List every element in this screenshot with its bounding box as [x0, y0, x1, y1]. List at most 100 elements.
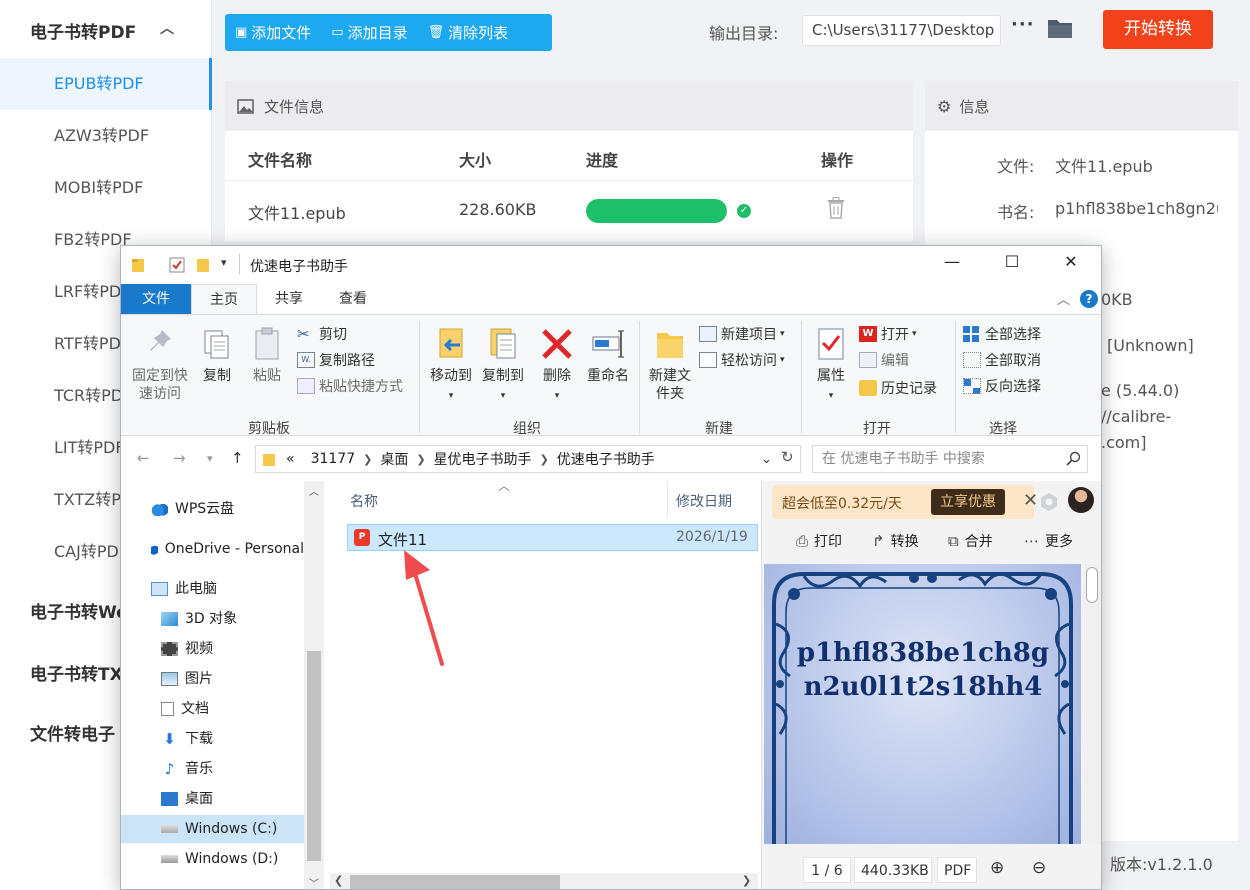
sidebar-group-ebook-to-word[interactable]: 电子书转Wo	[30, 598, 128, 623]
back-arrow-icon[interactable]: ←	[137, 449, 150, 467]
print-button[interactable]: ⎙ 打印	[796, 531, 842, 551]
tab-view[interactable]: 查看	[325, 284, 381, 314]
search-icon[interactable]	[1066, 451, 1081, 466]
tab-home[interactable]: 主页	[191, 284, 257, 314]
cut-button[interactable]: ✂ 剪切	[297, 324, 347, 344]
page-indicator[interactable]: 1 / 6	[803, 857, 851, 883]
rename-button[interactable]: 重命名	[583, 325, 633, 385]
properties-check-icon[interactable]	[169, 257, 185, 273]
preview-scroll-thumb[interactable]	[1086, 567, 1098, 603]
breadcrumb-31177[interactable]: 31177	[311, 451, 356, 467]
paste-shortcut-button[interactable]: 粘贴快捷方式	[297, 376, 403, 396]
sidebar-group-ebook-to-pdf[interactable]: 电子书转PDF ︿	[30, 18, 174, 43]
nav-item-desktop[interactable]: 桌面	[121, 785, 304, 813]
copy-path-button[interactable]: W. 复制路径	[297, 350, 375, 370]
zoom-out-icon[interactable]: ⊖	[1032, 858, 1046, 878]
browse-more-button[interactable]: ···	[1011, 14, 1035, 35]
sidebar-group-file-to-ebook[interactable]: 文件转电子	[30, 720, 115, 745]
minimize-button[interactable]: —	[932, 252, 972, 271]
output-dir-input[interactable]: C:\Users\31177\Desktop	[802, 15, 1001, 46]
scroll-right-icon[interactable]: ❯	[742, 874, 751, 887]
invert-selection-button[interactable]: 反向选择	[963, 376, 1041, 396]
nav-item-downloads[interactable]: ⬇ 下载	[121, 725, 304, 753]
avatar[interactable]	[1068, 487, 1094, 513]
close-button[interactable]: ✕	[1051, 252, 1091, 271]
nav-item-videos[interactable]: 视频	[121, 635, 304, 663]
add-file-button[interactable]: ▣ 添加文件	[225, 14, 321, 51]
column-header-name[interactable]: 名称	[350, 491, 378, 511]
nav-item-wps-cloud[interactable]: WPS云盘	[121, 495, 304, 523]
forward-arrow-icon[interactable]: →	[173, 449, 186, 467]
scroll-left-icon[interactable]: ❮	[334, 874, 343, 887]
copy-to-button[interactable]: 复制到 ▾	[477, 325, 529, 405]
explorer-titlebar[interactable]: ▾ 优速电子书助手 — ☐ ✕	[121, 246, 1101, 284]
edit-button[interactable]: 编辑	[859, 350, 909, 370]
pdf-page-preview[interactable]: p1hfl838be1ch8gn2u0l1t2s18hh4	[764, 564, 1081, 844]
copy-button[interactable]: 复制	[195, 325, 239, 385]
add-directory-button[interactable]: ▭ 添加目录	[321, 14, 417, 51]
merge-button[interactable]: ⧉ 合并	[948, 531, 993, 551]
convert-button[interactable]: ↱ 转换	[872, 531, 919, 551]
nav-item-documents[interactable]: 文档	[121, 695, 304, 723]
breadcrumb-xingyou[interactable]: 星优电子书助手	[434, 449, 532, 469]
sidebar-item-azw3-pdf[interactable]: AZW3转PDF	[0, 110, 212, 162]
chevron-up-icon[interactable]: ︿	[1057, 289, 1070, 308]
column-header-date[interactable]: 修改日期	[676, 491, 732, 511]
new-item-button[interactable]: 新建项目 ▾	[699, 324, 785, 344]
up-arrow-icon[interactable]: ↑	[231, 449, 244, 467]
address-bar[interactable]: « 31177 ❯ 桌面 ❯ 星优电子书助手 ❯ 优速电子书助手	[255, 445, 801, 473]
column-resize-handle[interactable]	[667, 481, 668, 517]
clear-list-button[interactable]: 🗑 清除列表	[418, 14, 519, 51]
nav-item-drive-c[interactable]: Windows (C:)	[121, 815, 304, 843]
nav-item-this-pc[interactable]: 此电脑	[121, 575, 304, 603]
nav-item-onedrive[interactable]: OneDrive - Personal	[121, 535, 304, 563]
nav-item-pictures[interactable]: 图片	[121, 665, 304, 693]
maximize-button[interactable]: ☐	[992, 252, 1032, 271]
breadcrumb-desktop[interactable]: 桌面	[380, 449, 408, 469]
open-folder-icon[interactable]	[1047, 17, 1073, 39]
move-to-button[interactable]: 移动到 ▾	[425, 325, 477, 405]
sidebar-group-ebook-to-txt[interactable]: 电子书转TX	[30, 660, 123, 685]
pin-quick-access-button[interactable]: 固定到快速访问	[127, 325, 193, 403]
search-input[interactable]: 在 优速电子书助手 中搜索	[812, 445, 1088, 473]
breadcrumb-separator-icon[interactable]: ❯	[416, 453, 425, 466]
tab-file[interactable]: 文件	[121, 284, 191, 314]
sidebar-item-mobi-pdf[interactable]: MOBI转PDF	[0, 162, 212, 214]
tab-share[interactable]: 共享	[261, 284, 317, 314]
refresh-icon[interactable]: ↻	[781, 448, 794, 466]
close-icon[interactable]: ✕	[1023, 490, 1038, 511]
new-folder-button[interactable]: 新建文件夹	[645, 325, 695, 403]
breadcrumb-separator-icon[interactable]: ❯	[363, 453, 372, 466]
breadcrumb-overflow[interactable]: «	[286, 451, 295, 467]
recent-dropdown-icon[interactable]: ▾	[207, 452, 213, 465]
easy-access-button[interactable]: 轻松访问 ▾	[699, 350, 785, 370]
open-button[interactable]: W 打开 ▾	[859, 324, 917, 344]
help-icon[interactable]: ?	[1080, 290, 1098, 308]
breadcrumb-separator-icon[interactable]: ❯	[540, 453, 549, 466]
paste-button[interactable]: 粘贴	[245, 325, 289, 385]
horizontal-scroll-thumb[interactable]	[350, 875, 560, 889]
zoom-in-icon[interactable]: ⊕	[990, 858, 1004, 878]
nav-scroll-thumb[interactable]	[307, 651, 321, 861]
delete-button[interactable]: 删除 ▾	[535, 325, 579, 405]
more-button[interactable]: ⋯ 更多	[1024, 531, 1073, 551]
delete-icon[interactable]	[827, 197, 845, 219]
preview-scrollbar[interactable]	[1084, 564, 1100, 844]
select-all-button[interactable]: 全部选择	[963, 324, 1041, 344]
history-button[interactable]: 历史记录	[859, 378, 937, 398]
list-item[interactable]: P 文件11 2026/1/19	[347, 524, 758, 551]
breadcrumb-yousu[interactable]: 优速电子书助手	[557, 449, 655, 469]
start-convert-button[interactable]: 开始转换	[1103, 10, 1213, 49]
scroll-down-icon[interactable]: ﹀	[309, 875, 319, 889]
scroll-up-icon[interactable]: ︿	[309, 483, 319, 498]
promo-button[interactable]: 立享优惠	[931, 489, 1005, 515]
hexagon-icon[interactable]	[1039, 492, 1059, 512]
nav-item-3d-objects[interactable]: 3D 对象	[121, 605, 304, 633]
address-dropdown-icon[interactable]: ⌄	[761, 452, 772, 467]
nav-item-music[interactable]: ♪ 音乐	[121, 755, 304, 783]
sidebar-item-epub-pdf[interactable]: EPUB转PDF	[0, 58, 212, 110]
quick-access-dropdown-icon[interactable]: ▾	[221, 256, 227, 269]
new-folder-quick-icon[interactable]	[196, 257, 210, 273]
select-none-button[interactable]: 全部取消	[963, 350, 1041, 370]
nav-item-drive-d[interactable]: Windows (D:)	[121, 845, 304, 873]
